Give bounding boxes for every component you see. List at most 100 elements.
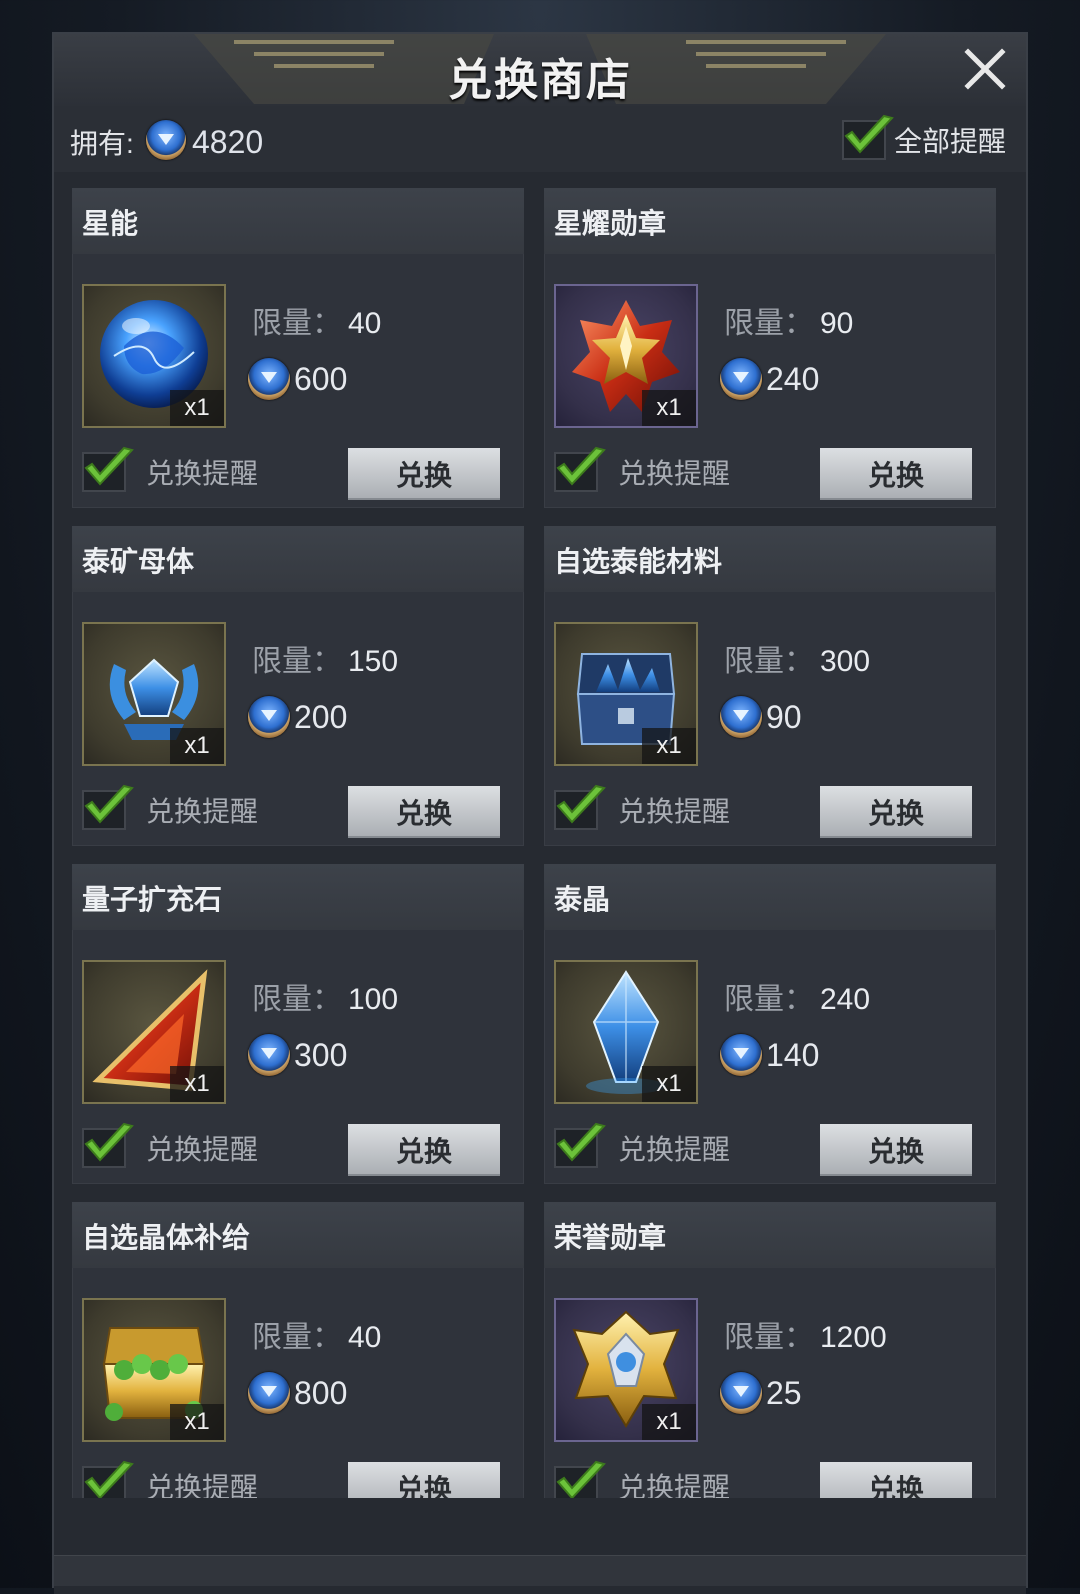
shop-item-card: 自选泰能材料 x1 限量： 300 90 兑换提醒 兑换	[544, 526, 996, 846]
exchange-remind-toggle[interactable]: 兑换提醒	[554, 1128, 730, 1168]
item-name: 星耀勋章	[554, 208, 667, 239]
card-header: 泰矿母体	[72, 526, 524, 592]
shop-item-card: 泰矿母体 x1 限量： 150 200 兑换提醒 兑换	[72, 526, 524, 846]
limit-label: 限量：	[724, 1321, 814, 1354]
limit-text: 限量： 300	[724, 636, 870, 680]
checkmark-icon	[82, 784, 136, 830]
remind-checkbox[interactable]	[554, 1128, 598, 1168]
item-name: 量子扩充石	[82, 884, 223, 915]
close-icon[interactable]	[962, 46, 1008, 92]
item-icon-frame[interactable]: x1	[554, 622, 698, 766]
card-header: 星能	[72, 188, 524, 254]
remind-all-label: 全部提醒	[893, 126, 1006, 157]
limit-label: 限量：	[724, 645, 814, 678]
item-name: 星能	[82, 208, 139, 239]
exchange-button[interactable]: 兑换	[820, 1124, 972, 1176]
shop-item-card: 泰晶 x1 限量： 240 140 兑换提醒 兑换	[544, 864, 996, 1184]
item-icon-frame[interactable]: x1	[82, 960, 226, 1104]
limit-text: 限量： 90	[724, 298, 853, 342]
remind-checkbox[interactable]	[82, 1128, 126, 1168]
gem-coin-icon	[248, 1372, 290, 1414]
owned-label: 拥有:	[70, 128, 134, 159]
remind-checkbox[interactable]	[554, 790, 598, 830]
exchange-button[interactable]: 兑换	[820, 786, 972, 838]
item-quantity: x1	[642, 1404, 696, 1440]
exchange-remind-toggle[interactable]: 兑换提醒	[82, 452, 258, 492]
card-header: 荣誉勋章	[544, 1202, 996, 1268]
limit-text: 限量： 40	[252, 1312, 381, 1356]
limit-label: 限量：	[724, 983, 814, 1016]
item-name: 泰晶	[554, 884, 611, 915]
gem-coin-icon	[720, 358, 762, 400]
limit-label: 限量：	[724, 307, 814, 340]
exchange-button[interactable]: 兑换	[348, 786, 500, 838]
exchange-button[interactable]: 兑换	[348, 448, 500, 500]
panel-footer	[54, 1555, 1026, 1586]
item-icon-frame[interactable]: x1	[82, 1298, 226, 1442]
card-header: 星耀勋章	[544, 188, 996, 254]
item-icon-frame[interactable]: x1	[554, 960, 698, 1104]
gem-coin-icon	[720, 1372, 762, 1414]
limit-value: 100	[348, 983, 399, 1016]
item-quantity: x1	[170, 728, 224, 764]
remind-all-checkbox[interactable]	[841, 120, 886, 160]
exchange-button[interactable]: 兑换	[820, 448, 972, 500]
card-header: 自选泰能材料	[544, 526, 996, 592]
item-price: 200	[294, 699, 348, 735]
shop-item-card: 量子扩充石 x1 限量： 100 300 兑换提醒 兑换	[72, 864, 524, 1184]
item-quantity: x1	[170, 1066, 224, 1102]
item-icon-frame[interactable]: x1	[554, 284, 698, 428]
item-icon-frame[interactable]: x1	[82, 622, 226, 766]
checkmark-icon	[554, 1122, 608, 1168]
gem-coin-icon	[248, 358, 290, 400]
exchange-remind-toggle[interactable]: 兑换提醒	[82, 790, 258, 830]
shop-item-card: 荣誉勋章 x1 限量： 1200 25 兑换提醒 兑换	[544, 1202, 996, 1522]
gem-coin-icon	[248, 1034, 290, 1076]
item-icon-frame[interactable]: x1	[82, 284, 226, 428]
remind-label: 兑换提醒	[146, 1134, 259, 1165]
header-bar: 兑换商店	[54, 34, 1026, 108]
owned-amount: 4820	[192, 124, 264, 160]
item-quantity: x1	[642, 390, 696, 426]
limit-text: 限量： 150	[252, 636, 398, 680]
remind-checkbox[interactable]	[82, 790, 126, 830]
gem-coin-icon	[248, 696, 290, 738]
limit-text: 限量： 40	[252, 298, 381, 342]
item-price: 25	[766, 1375, 802, 1411]
shop-item-card: 自选晶体补给 x1 限量： 40 800 兑换提醒 兑换	[72, 1202, 524, 1522]
limit-value: 40	[348, 307, 382, 340]
item-quantity: x1	[642, 1066, 696, 1102]
item-name: 自选晶体补给	[82, 1222, 251, 1253]
limit-value: 40	[348, 1321, 382, 1354]
item-quantity: x1	[170, 1404, 224, 1440]
limit-text: 限量： 240	[724, 974, 870, 1018]
exchange-remind-toggle[interactable]: 兑换提醒	[554, 790, 730, 830]
remind-label: 兑换提醒	[146, 796, 259, 827]
limit-label: 限量：	[252, 1321, 342, 1354]
remind-checkbox[interactable]	[554, 452, 598, 492]
item-price: 140	[766, 1037, 820, 1073]
item-quantity: x1	[642, 728, 696, 764]
limit-value: 300	[820, 645, 871, 678]
card-header: 泰晶	[544, 864, 996, 930]
item-name: 荣誉勋章	[554, 1222, 667, 1253]
item-name: 泰矿母体	[82, 546, 195, 577]
remind-label: 兑换提醒	[146, 458, 259, 489]
shop-item-card: 星能 x1 限量： 40 600 兑换提醒 兑换	[72, 188, 524, 508]
remind-checkbox[interactable]	[82, 452, 126, 492]
gem-coin-icon	[720, 696, 762, 738]
remind-label: 兑换提醒	[618, 458, 731, 489]
limit-value: 90	[820, 307, 854, 340]
remind-all-toggle[interactable]: 全部提醒	[841, 118, 1006, 162]
gem-coin-icon	[146, 120, 186, 160]
item-name: 自选泰能材料	[554, 546, 723, 577]
item-price: 600	[294, 361, 348, 397]
item-icon-frame[interactable]: x1	[554, 1298, 698, 1442]
exchange-remind-toggle[interactable]: 兑换提醒	[82, 1128, 258, 1168]
exchange-shop-panel: 兑换商店 拥有: 4820 全部提醒 星能 x1 限量： 40 600 兑换提醒…	[52, 32, 1028, 1594]
owned-currency-bar: 拥有: 4820 全部提醒	[54, 106, 1026, 172]
exchange-remind-toggle[interactable]: 兑换提醒	[554, 452, 730, 492]
remind-label: 兑换提醒	[618, 1134, 731, 1165]
limit-label: 限量：	[252, 983, 342, 1016]
exchange-button[interactable]: 兑换	[348, 1124, 500, 1176]
